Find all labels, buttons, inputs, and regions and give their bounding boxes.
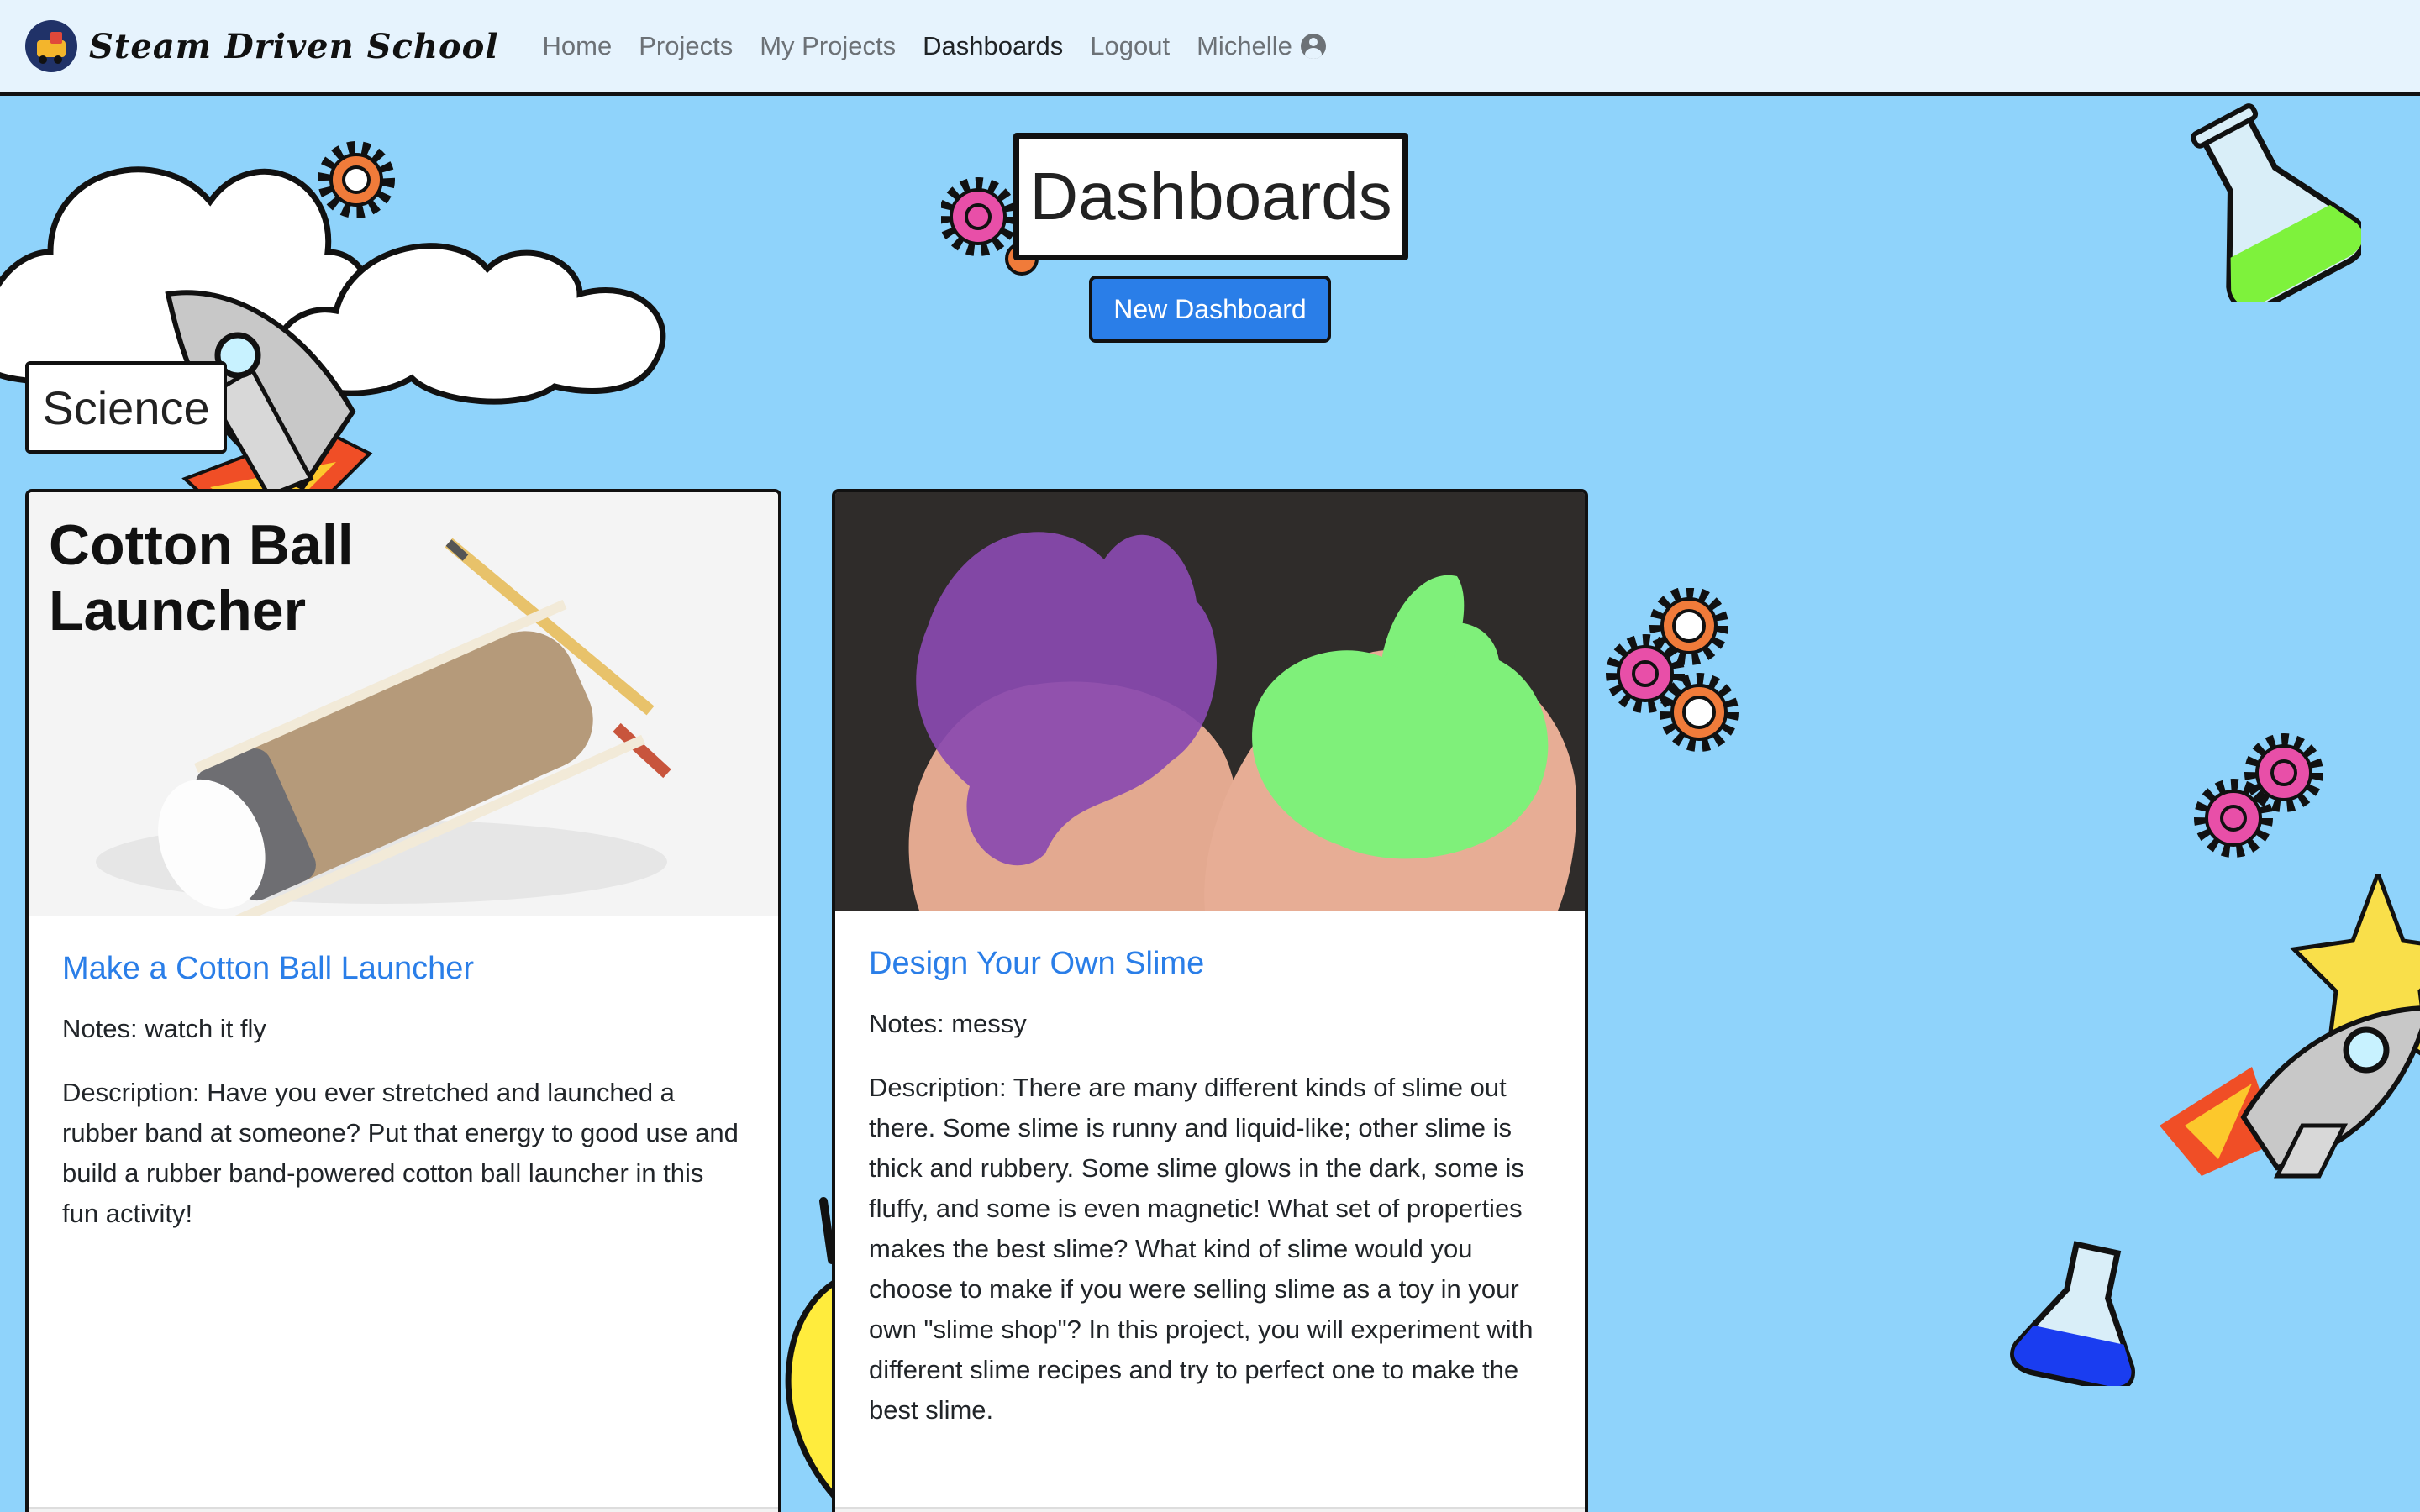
slime-image (835, 492, 1585, 911)
nav-my-projects[interactable]: My Projects (760, 31, 896, 61)
nav-home[interactable]: Home (543, 31, 613, 61)
project-card: Cotton Ball Launcher Make a Cotton Ball … (25, 489, 781, 1512)
page-title: Dashboards (1013, 133, 1408, 260)
rocket-icon (2160, 1005, 2420, 1179)
gear-cluster-icon (2194, 733, 2323, 858)
project-description: Description: Have you ever stretched and… (62, 1078, 739, 1228)
project-notes: Notes: messy (869, 1009, 1027, 1038)
flask-icon (2010, 1241, 2135, 1386)
brand[interactable]: Steam Driven School (25, 20, 499, 72)
project-title-link[interactable]: Design Your Own Slime (869, 946, 1551, 982)
nav-projects[interactable]: Projects (639, 31, 733, 61)
project-notes: Notes: watch it fly (62, 1014, 266, 1043)
train-logo-icon (25, 20, 77, 72)
card-footer (29, 1507, 778, 1512)
nav-dashboards[interactable]: Dashboards (923, 31, 1063, 61)
user-name: Michelle (1197, 31, 1292, 60)
project-card: Design Your Own Slime Notes: messy Descr… (832, 489, 1588, 1512)
flask-icon (2191, 103, 2361, 302)
project-title-link[interactable]: Make a Cotton Ball Launcher (62, 951, 744, 987)
cotton-ball-launcher-image: Cotton Ball Launcher (29, 492, 778, 916)
category-label: Science (25, 361, 227, 454)
project-description: Description: There are many different ki… (869, 1073, 1534, 1425)
star-rocket-illustration (2160, 874, 2420, 1179)
nav-user[interactable]: Michelle (1197, 31, 1326, 61)
gear-cluster-icon (1606, 588, 1739, 752)
new-dashboard-button[interactable]: New Dashboard (1089, 276, 1331, 343)
navbar: Steam Driven School Home Projects My Pro… (0, 0, 2420, 96)
card-footer (835, 1507, 1585, 1512)
user-circle-icon (1300, 34, 1326, 59)
nav-logout[interactable]: Logout (1090, 31, 1170, 61)
brand-name: Steam Driven School (89, 26, 499, 66)
gear-icon (318, 141, 395, 218)
